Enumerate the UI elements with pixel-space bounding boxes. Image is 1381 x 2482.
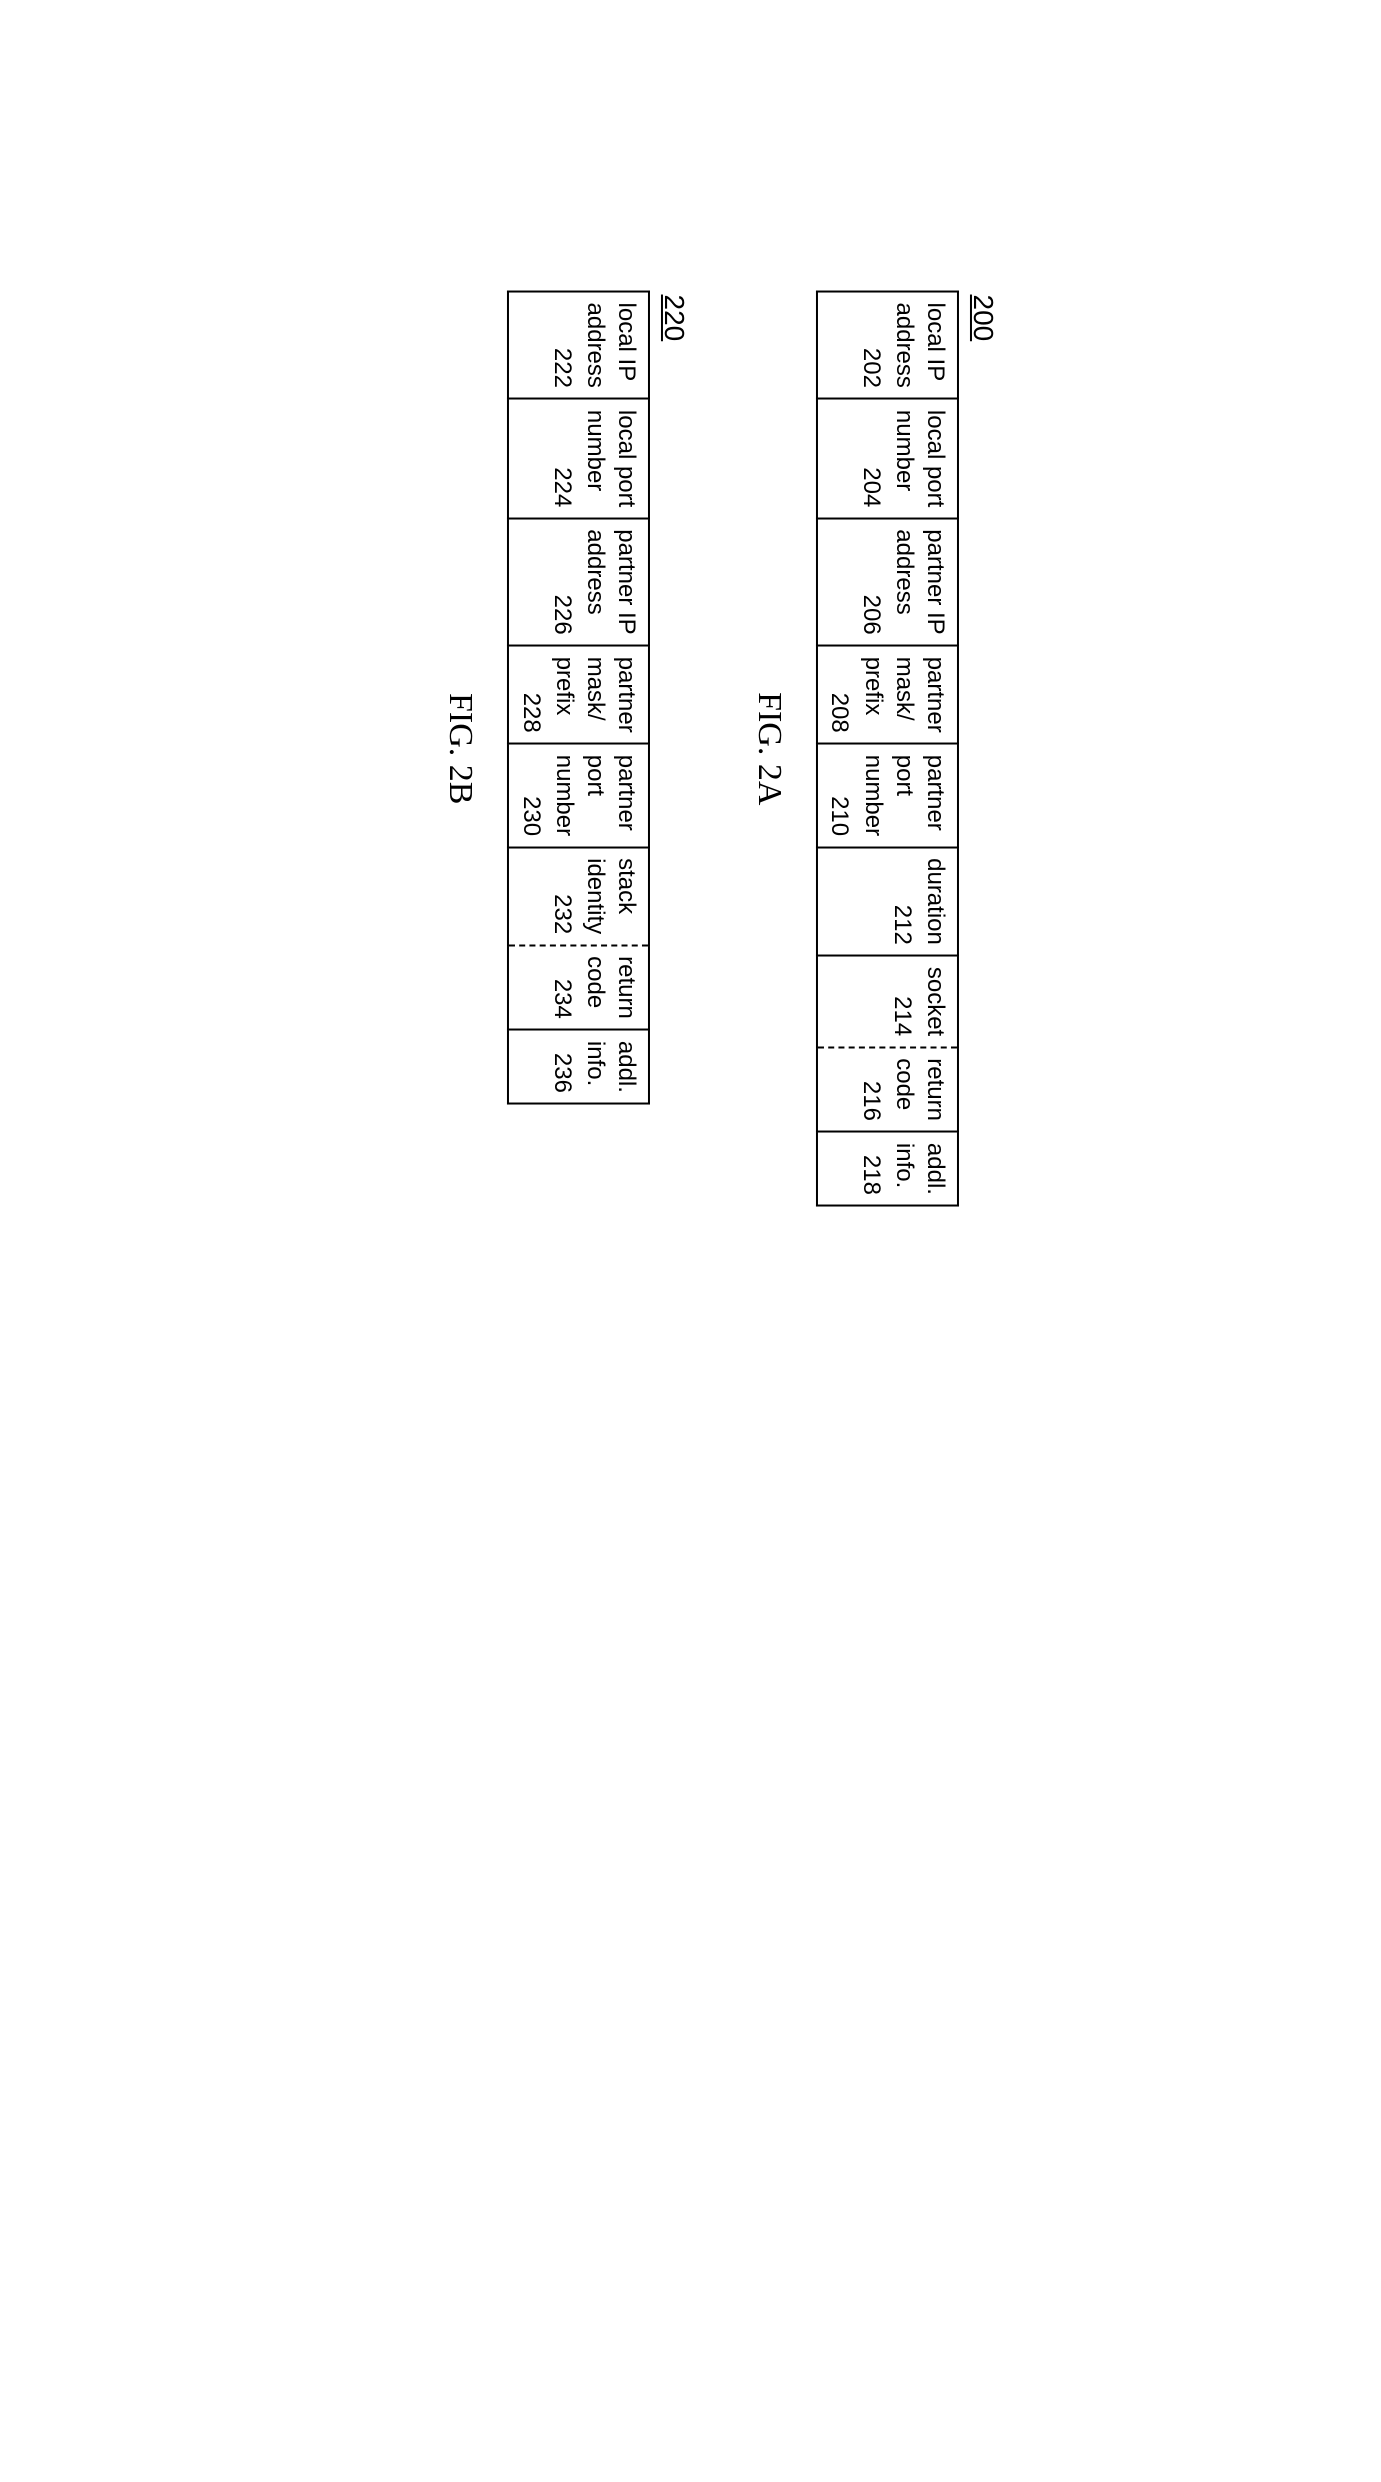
cell-num: 234 [547, 979, 578, 1019]
cell-local-ip: local IPaddress 222 [509, 292, 650, 399]
fig-b-caption: FIG. 2B [442, 291, 480, 1207]
fig-a-table: local IPaddress 202 local portnumber 204… [816, 291, 959, 1207]
cell-label: partnermask/prefix [549, 657, 643, 733]
cell-return-code: returncode 234 [509, 945, 650, 1030]
fig-a-caption: FIG. 2A [750, 291, 788, 1207]
cell-partner-mask: partnermask/prefix 208 [817, 646, 958, 744]
cell-num: 202 [856, 348, 887, 388]
cell-partner-ip: partner IPaddress 206 [817, 518, 958, 645]
cell-num: 218 [856, 1155, 887, 1195]
cell-num: 226 [547, 595, 578, 635]
cell-local-ip: local IPaddress 202 [817, 292, 958, 399]
cell-num: 206 [856, 595, 887, 635]
cell-num: 204 [856, 467, 887, 507]
page-container: 200 local IPaddress 202 local portnumber… [382, 291, 1000, 1207]
cell-label: partnermask/prefix [858, 657, 952, 733]
cell-num: 222 [547, 348, 578, 388]
cell-num: 210 [824, 796, 855, 836]
cell-addl-info: addl.info. 218 [817, 1132, 958, 1206]
fig-a-ref: 200 [967, 295, 999, 1207]
cell-label: local portnumber [889, 410, 951, 507]
cell-num: 232 [547, 894, 578, 934]
cell-return-code: returncode 216 [817, 1047, 958, 1132]
cell-label: addl.info. [580, 1041, 642, 1093]
cell-label: socket [920, 967, 951, 1036]
cell-num: 208 [824, 693, 855, 733]
cell-local-port: local portnumber 204 [817, 399, 958, 518]
cell-label: stackidentity [580, 858, 642, 934]
cell-num: 214 [887, 996, 918, 1036]
cell-label: local IPaddress [580, 303, 642, 388]
cell-num: 212 [887, 905, 918, 945]
cell-label: local portnumber [580, 410, 642, 507]
cell-partner-port: partnerportnumber 210 [817, 744, 958, 847]
cell-stack-identity: stackidentity 232 [509, 847, 650, 945]
cell-local-port: local portnumber 224 [509, 399, 650, 518]
cell-partner-mask: partnermask/prefix 228 [509, 646, 650, 744]
cell-num: 236 [547, 1053, 578, 1093]
cell-label: local IPaddress [889, 303, 951, 388]
fig-b-ref: 220 [658, 295, 690, 1207]
cell-label: returncode [580, 956, 642, 1019]
fig-b-table: local IPaddress 222 local portnumber 224… [508, 291, 651, 1105]
cell-label: duration [920, 858, 951, 945]
cell-label: partner IPaddress [889, 529, 951, 634]
cell-num: 224 [547, 467, 578, 507]
cell-duration: duration 212 [817, 847, 958, 956]
figure-2b-block: 220 local IPaddress 222 local portnumber… [442, 291, 691, 1207]
cell-partner-ip: partner IPaddress 226 [509, 518, 650, 645]
cell-socket: socket 214 [817, 956, 958, 1047]
cell-partner-port: partnerportnumber 230 [509, 744, 650, 847]
cell-num: 230 [516, 796, 547, 836]
figure-2a-block: 200 local IPaddress 202 local portnumber… [750, 291, 999, 1207]
cell-label: returncode [889, 1058, 951, 1121]
cell-label: addl.info. [889, 1143, 951, 1195]
cell-label: partner IPaddress [580, 529, 642, 634]
cell-num: 228 [516, 693, 547, 733]
cell-num: 216 [856, 1081, 887, 1121]
cell-addl-info: addl.info. 236 [509, 1030, 650, 1104]
cell-label: partnerportnumber [549, 755, 643, 836]
cell-label: partnerportnumber [858, 755, 952, 836]
